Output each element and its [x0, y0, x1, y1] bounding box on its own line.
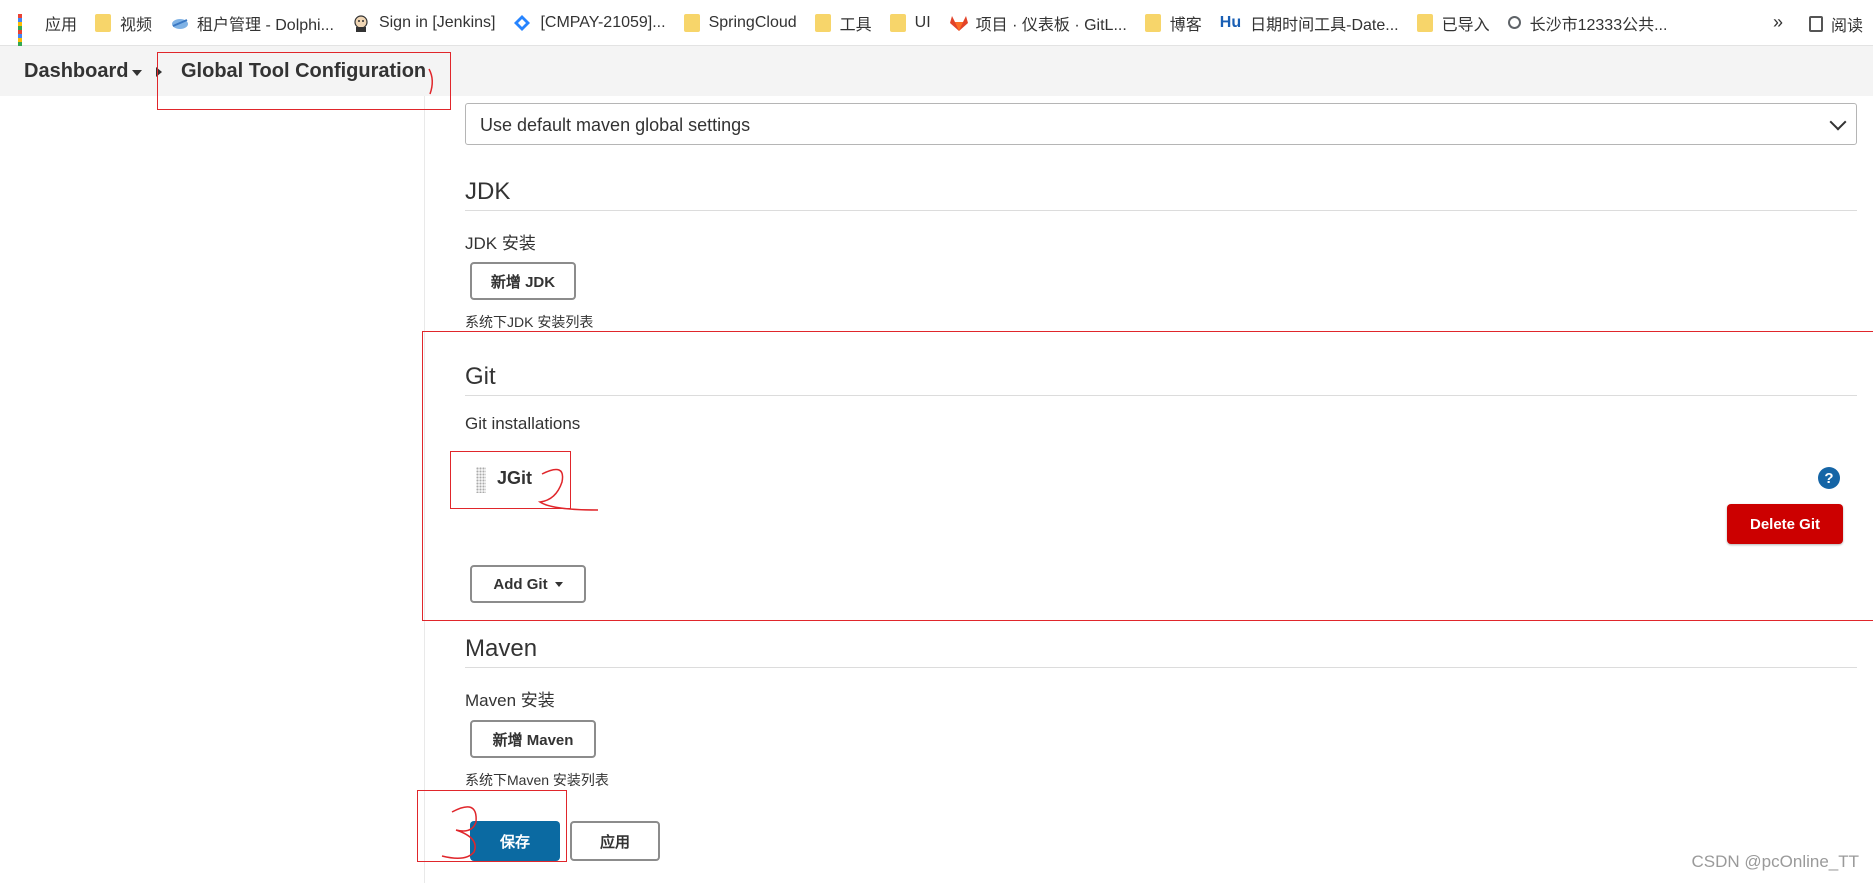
bookmark-apps[interactable]: 应用: [18, 11, 78, 50]
bookmark-blog[interactable]: 博客: [1144, 11, 1202, 35]
apps-grid-icon: [18, 13, 36, 50]
bookmark-label: 工具: [839, 16, 872, 34]
bookmarks-bar: 应用 视频 租户管理 - Dolphi... Sign in [Jenkins]…: [0, 0, 1873, 50]
annotation-box-save: [417, 790, 567, 862]
bookmark-label: 项目 · 仪表板 · GitL...: [975, 16, 1127, 34]
folder-icon: [814, 13, 831, 32]
jenkins-icon: [352, 14, 370, 32]
add-maven-button[interactable]: 新增 Maven: [470, 720, 596, 758]
select-value: Use default maven global settings: [480, 115, 751, 135]
bookmark-dolphin[interactable]: 租户管理 - Dolphi...: [170, 11, 334, 35]
bookmark-label: SpringCloud: [708, 13, 797, 31]
bookmark-ui[interactable]: UI: [889, 13, 931, 32]
annotation-box-jgit: [450, 451, 571, 509]
annotation-box-git-section: [422, 331, 1873, 621]
reading-list-button[interactable]: 阅读: [1808, 12, 1863, 36]
gitlab-icon: [949, 14, 968, 32]
add-jdk-button[interactable]: 新增 JDK: [470, 262, 576, 300]
maven-hint: 系统下Maven 安装列表: [465, 772, 609, 788]
bookmark-label: 长沙市12333公共...: [1529, 16, 1668, 34]
folder-icon: [1416, 13, 1433, 32]
apply-button[interactable]: 应用: [570, 821, 660, 861]
hutool-icon: Hu: [1219, 13, 1242, 31]
maven-installations-label: Maven 安装: [465, 691, 555, 710]
bookmark-jira[interactable]: [CMPAY-21059]...: [513, 13, 666, 32]
maven-section-title: Maven: [465, 635, 538, 662]
bookmark-gitlab[interactable]: 项目 · 仪表板 · GitL...: [949, 11, 1127, 35]
watermark: CSDN @pcOnline_TT: [1691, 852, 1859, 871]
reading-list-label: 阅读: [1830, 18, 1863, 35]
bookmark-springcloud[interactable]: SpringCloud: [683, 13, 797, 32]
annotation-box-breadcrumb: [157, 52, 451, 110]
jdk-section-title: JDK: [465, 178, 511, 205]
bookmark-tools[interactable]: 工具: [814, 11, 872, 35]
globe-icon: [1507, 16, 1521, 29]
jdk-section-divider: [465, 210, 1857, 211]
bookmark-label: 视频: [120, 16, 153, 34]
bookmark-label: 租户管理 - Dolphi...: [197, 16, 334, 34]
reading-list-icon: [1808, 16, 1823, 32]
bookmark-changsha[interactable]: 长沙市12333公共...: [1507, 11, 1668, 35]
breadcrumb-dashboard[interactable]: Dashboard: [24, 60, 128, 83]
maven-section-divider: [465, 667, 1857, 668]
chevron-down-icon: [1829, 113, 1847, 131]
bookmark-label: 应用: [45, 16, 78, 34]
bookmark-label: UI: [914, 13, 931, 31]
bookmark-hutool[interactable]: Hu 日期时间工具-Date...: [1220, 11, 1399, 35]
folder-icon: [683, 13, 700, 32]
bookmark-label: Sign in [Jenkins]: [378, 13, 496, 31]
jira-icon: [513, 14, 531, 32]
bookmark-label: [CMPAY-21059]...: [540, 13, 666, 31]
folder-icon: [95, 13, 112, 32]
bookmark-label: 已导入: [1441, 16, 1490, 34]
bookmark-label: 博客: [1169, 16, 1202, 34]
folder-icon: [1144, 13, 1161, 32]
maven-global-settings-select[interactable]: Use default maven global settings: [465, 103, 1857, 145]
jdk-installations-label: JDK 安装: [465, 234, 536, 253]
cloud-icon: [170, 14, 189, 32]
bookmark-label: 日期时间工具-Date...: [1250, 16, 1399, 34]
bookmarks-more-button[interactable]: »: [1773, 12, 1783, 33]
bookmark-video[interactable]: 视频: [95, 11, 152, 35]
bookmark-jenkins[interactable]: Sign in [Jenkins]: [352, 13, 496, 32]
folder-icon: [889, 13, 906, 32]
dashboard-dropdown-icon[interactable]: [132, 70, 142, 76]
bookmark-imported[interactable]: 已导入: [1416, 11, 1490, 35]
jdk-hint: 系统下JDK 安装列表: [465, 314, 594, 330]
